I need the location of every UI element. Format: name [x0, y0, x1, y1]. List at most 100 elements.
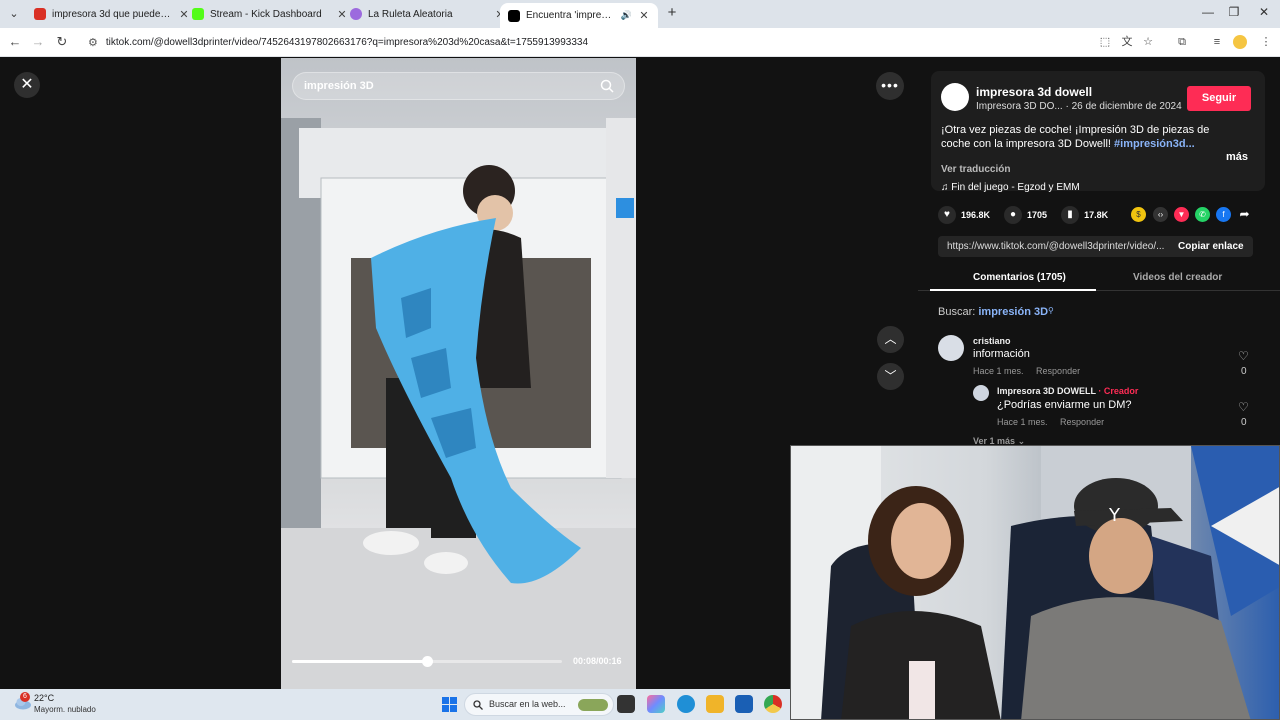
comment-like-count: 0	[1241, 366, 1247, 377]
share-arrow-icon[interactable]: ➦	[1237, 207, 1252, 222]
close-video-button[interactable]: ✕	[14, 72, 40, 98]
reply-button[interactable]: Responder	[1060, 417, 1104, 427]
tab-kick[interactable]: Stream - Kick Dashboard ✕	[184, 3, 356, 25]
bookmark-star-icon[interactable]: ☆	[1141, 35, 1155, 49]
minimize-icon[interactable]: —	[1200, 5, 1216, 19]
creator-badge: Creador	[1103, 386, 1139, 396]
send-share-icon[interactable]: ▼	[1174, 207, 1189, 222]
speaker-icon[interactable]: 🔊	[621, 10, 632, 21]
comments-count: 1705	[1027, 210, 1048, 220]
tab-ruleta[interactable]: La Ruleta Aleatoria ✕	[342, 3, 514, 25]
reload-icon[interactable]: ↻	[54, 34, 70, 50]
close-window-icon[interactable]: ✕	[1256, 5, 1272, 19]
reply-heart-icon[interactable]: ♡	[1238, 400, 1249, 414]
task-view-icon[interactable]	[617, 695, 635, 713]
whatsapp-icon[interactable]: ✆	[1195, 207, 1210, 222]
reply-button[interactable]: Responder	[1036, 366, 1080, 376]
comment-text: información	[973, 348, 1030, 360]
comment-time: Hace 1 mes.	[973, 366, 1024, 376]
media-controls-icon[interactable]: ≡	[1210, 35, 1224, 49]
creator-avatar[interactable]	[973, 385, 989, 401]
translate-link[interactable]: Ver traducción	[941, 164, 1010, 175]
tab-creator-videos[interactable]: Videos del creador	[1133, 272, 1222, 283]
hashtag-link[interactable]: #impresión3d...	[1114, 138, 1195, 150]
reply-text: ¿Podrías enviarme un DM?	[997, 399, 1132, 411]
tab-title: Stream - Kick Dashboard	[210, 8, 322, 20]
video-link-text: https://www.tiktok.com/@dowell3dprinter/…	[947, 241, 1165, 252]
reply-author[interactable]: Impresora 3D DOWELL	[997, 386, 1096, 396]
heart-icon[interactable]: ♥	[938, 206, 956, 224]
comment-author[interactable]: cristiano	[973, 336, 1011, 346]
weather-temp[interactable]: 22°C	[34, 693, 54, 703]
tab-search-chevron-icon[interactable]: ⌄	[4, 4, 24, 24]
video-frame-image	[281, 118, 636, 689]
embed-code-icon[interactable]: ‹›	[1153, 207, 1168, 222]
restore-icon[interactable]: ❐	[1226, 5, 1242, 19]
tab-tiktok[interactable]: Encuentra 'impresora 3d con 🔊 ✕	[500, 3, 658, 28]
copilot-icon[interactable]	[647, 695, 665, 713]
stats-row: ♥ 196.8K ● 1705 ▮ 17.8K	[938, 205, 1122, 225]
video-progress-knob[interactable]	[422, 656, 433, 667]
translate-icon[interactable]: 文	[1120, 35, 1134, 49]
previous-video-button[interactable]: ︿	[877, 326, 904, 353]
follow-button[interactable]: Seguir	[1187, 86, 1251, 111]
video-progress-fill	[292, 660, 427, 663]
reply-like-count: 0	[1241, 417, 1247, 428]
author-subline: Impresora 3D DO... · 26 de diciembre de …	[976, 101, 1182, 112]
more-description-link[interactable]: más	[1226, 151, 1248, 163]
author-name[interactable]: impresora 3d dowell	[976, 85, 1092, 99]
taskbar: 6 22°C Mayorm. nublado Buscar en la web.…	[0, 689, 790, 720]
browser-toolbar: ← → ↻ ⚙ tiktok.com/@dowell3dprinter/vide…	[0, 28, 1280, 57]
tab-comments[interactable]: Comentarios (1705)	[973, 272, 1066, 283]
weather-desc[interactable]: Mayorm. nublado	[34, 705, 96, 714]
forward-arrow-icon[interactable]: →	[30, 34, 46, 50]
video-player[interactable]: impresión 3D 00:08/00:16	[281, 58, 636, 689]
post-date: 26 de diciembre de 2024	[1071, 101, 1182, 112]
facebook-icon[interactable]: f	[1216, 207, 1231, 222]
likes-count: 196.8K	[961, 210, 991, 220]
tab-youtube[interactable]: impresora 3d que puede crear ✕	[26, 3, 198, 25]
comment-icon[interactable]: ●	[1004, 206, 1023, 224]
more-options-button[interactable]: •••	[876, 72, 904, 100]
address-bar[interactable]: ⚙ tiktok.com/@dowell3dprinter/video/7452…	[80, 31, 1160, 54]
profile-avatar-icon[interactable]	[1233, 35, 1247, 49]
link-row: https://www.tiktok.com/@dowell3dprinter/…	[938, 236, 1253, 257]
search-keyword-link[interactable]: impresión 3D	[978, 306, 1048, 318]
panel-tabs: Comentarios (1705) Videos del creador	[918, 268, 1280, 291]
widgets-icon[interactable]	[578, 699, 608, 711]
coin-share-icon[interactable]: $	[1131, 207, 1146, 222]
saves-count: 17.8K	[1084, 210, 1109, 220]
site-info-icon[interactable]: ⚙	[88, 36, 98, 49]
comment-search-line: Buscar: impresión 3D⚲	[938, 306, 1054, 318]
author-handle[interactable]: Impresora 3D DO...	[976, 101, 1063, 112]
menu-kebab-icon[interactable]: ⋮	[1259, 35, 1273, 49]
search-icon[interactable]	[600, 79, 614, 93]
install-icon[interactable]: ⬚	[1098, 35, 1112, 49]
author-avatar[interactable]	[941, 83, 969, 111]
kick-favicon-icon	[192, 8, 204, 20]
store-icon[interactable]	[735, 695, 753, 713]
chrome-icon[interactable]	[764, 695, 782, 713]
windows-start-icon[interactable]	[442, 697, 457, 712]
edge-icon[interactable]	[677, 695, 695, 713]
file-explorer-icon[interactable]	[706, 695, 724, 713]
close-tab-icon[interactable]: ✕	[638, 9, 650, 22]
new-tab-plus-icon[interactable]: +	[664, 5, 680, 21]
tab-title: Encuentra 'impresora 3d con	[526, 10, 615, 21]
music-row[interactable]: ♫ Fin del juego - Egzod y EMM	[941, 182, 1080, 193]
extensions-icon[interactable]: ⧉	[1175, 35, 1189, 49]
search-icon	[473, 700, 483, 710]
back-arrow-icon[interactable]: ←	[7, 34, 23, 50]
ruleta-favicon-icon	[350, 8, 362, 20]
webcam-overlay: Y	[790, 445, 1280, 720]
bookmark-icon[interactable]: ▮	[1061, 206, 1080, 224]
comment-heart-icon[interactable]: ♡	[1238, 349, 1249, 363]
copy-link-button[interactable]: Copiar enlace	[1178, 241, 1244, 252]
tab-title: impresora 3d que puede crear	[52, 8, 172, 20]
next-video-button[interactable]: ﹀	[877, 363, 904, 390]
reply-meta: Hace 1 mes. Responder	[997, 417, 1104, 427]
commenter-avatar[interactable]	[938, 335, 964, 361]
post-description: ¡Otra vez piezas de coche! ¡Impresión 3D…	[941, 123, 1211, 151]
video-progress-bar[interactable]	[292, 656, 562, 667]
video-search-bar[interactable]: impresión 3D	[292, 72, 625, 100]
